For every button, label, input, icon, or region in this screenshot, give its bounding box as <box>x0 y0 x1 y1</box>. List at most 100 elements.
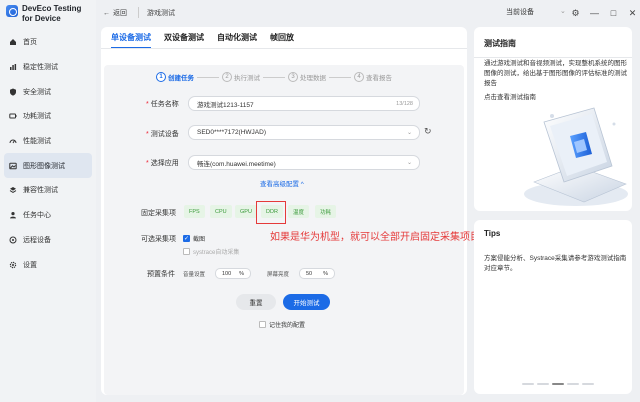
tab-automation[interactable]: 自动化测试 <box>217 32 257 49</box>
sidebar-item-home[interactable]: 首页 <box>4 30 92 55</box>
task-name-input[interactable]: 游戏测试1213-1157 13/128 <box>188 96 420 111</box>
step-create-task: 1 创建任务 <box>156 72 194 82</box>
step-label: 查看报告 <box>366 75 392 82</box>
brand: DevEco Testing for Device <box>6 4 81 24</box>
volume-value: 100 <box>222 270 232 277</box>
tips-description: 方案侵能分析、Systrace采集请参考游戏测试指南对应章节。 <box>484 255 627 272</box>
systrace-label: systrace自动采集 <box>193 250 240 256</box>
current-device-select[interactable]: 当前设备 ⌄ <box>506 7 566 17</box>
step-number: 1 <box>156 72 166 82</box>
back-button[interactable]: ← 返回 <box>103 8 127 18</box>
annotation-highlight-box <box>256 201 286 224</box>
checkbox-unchecked-icon <box>259 321 266 328</box>
checkbox-checked-icon: ✓ <box>183 235 190 242</box>
screenshot-label: 截图 <box>193 237 206 243</box>
guide-title: 测试指南 <box>484 39 516 48</box>
chip-gpu[interactable]: GPU <box>235 205 257 218</box>
sidebar-item-remote-device[interactable]: 远程设备 <box>4 228 92 253</box>
sidebar-item-label: 图形图像测试 <box>23 162 65 170</box>
close-button[interactable]: ✕ <box>623 6 640 20</box>
tab-single-device[interactable]: 单设备测试 <box>111 32 151 49</box>
arrow-left-icon: ← <box>103 9 110 17</box>
test-guide-panel: 测试指南 通过游戏测试和音视频测试，实现整机系统的图形图像的测试，给出基于图形图… <box>474 27 632 211</box>
pager-dot[interactable] <box>537 383 549 385</box>
app-value: 畅连(com.huawei.meetime) <box>197 160 276 168</box>
systrace-checkbox[interactable]: systrace自动采集 <box>183 247 239 256</box>
sidebar-item-settings[interactable]: 设置 <box>4 252 92 277</box>
app-label: * 选择应用 <box>146 160 179 167</box>
chart-icon <box>9 63 17 71</box>
chip-power[interactable]: 功耗 <box>315 205 337 218</box>
app-logo-icon <box>6 5 18 17</box>
reset-button[interactable]: 重置 <box>236 294 276 310</box>
tips-pager <box>522 383 594 385</box>
window-controls: ⚙ — □ ✕ <box>566 6 640 20</box>
start-test-button[interactable]: 开始测试 <box>283 294 330 310</box>
step-number: 4 <box>354 72 364 82</box>
chevron-down-icon: ⌄ <box>560 8 566 15</box>
top-bar: ← 返回 游戏测试 当前设备 ⌄ ⚙ — □ ✕ <box>96 0 640 26</box>
screenshot-checkbox[interactable]: ✓ 截图 <box>183 234 205 243</box>
sidebar-item-label: 性能测试 <box>23 138 51 146</box>
step-number: 2 <box>222 72 232 82</box>
pager-dot[interactable] <box>567 383 579 385</box>
step-label: 执行测试 <box>234 75 260 82</box>
refresh-icon[interactable]: ↻ <box>424 126 432 137</box>
guide-link[interactable]: 点击查看测试指南 <box>484 91 536 101</box>
battery-icon <box>9 112 17 120</box>
sidebar-item-security[interactable]: 安全测试 <box>4 79 92 104</box>
chip-temperature[interactable]: 温度 <box>288 205 310 218</box>
tab-frame-replay[interactable]: 帧回放 <box>270 32 294 49</box>
maximize-button[interactable]: □ <box>604 6 623 20</box>
back-label: 返回 <box>113 10 127 17</box>
chevron-down-icon: ⌄ <box>407 160 413 166</box>
sidebar-item-label: 稳定性测试 <box>23 64 58 72</box>
step-number: 3 <box>288 72 298 82</box>
pager-dot[interactable] <box>582 383 594 385</box>
guide-illustration <box>524 107 628 206</box>
home-icon <box>9 38 17 46</box>
tips-panel: Tips 方案侵能分析、Systrace采集请参考游戏测试指南对应章节。 <box>474 220 632 394</box>
app-title: DevEco Testing for Device <box>22 4 81 24</box>
device-select[interactable]: SED0****7172(HWJAD) ⌄ <box>188 125 420 140</box>
advanced-config-toggle[interactable]: 查看高级配置 ^ <box>260 178 304 188</box>
pager-dot[interactable] <box>522 383 534 385</box>
remember-config-checkbox[interactable]: 记住我的配置 <box>259 320 305 329</box>
chevron-down-icon: ⌄ <box>407 130 413 136</box>
step-connector <box>197 76 219 78</box>
guide-description: 通过游戏测试和音视频测试，实现整机系统的图形图像的测试，给出基于图形图像的评估标… <box>484 60 627 87</box>
chip-cpu[interactable]: CPU <box>210 205 232 218</box>
minimize-button[interactable]: — <box>585 6 604 20</box>
breadcrumb: 游戏测试 <box>147 10 175 17</box>
task-name-label: * 任务名称 <box>146 101 179 108</box>
percent-unit: % <box>239 270 244 277</box>
sidebar-item-graphics[interactable]: 图形图像测试 <box>4 153 92 179</box>
sidebar-item-label: 任务中心 <box>23 212 51 220</box>
settings-icon[interactable]: ⚙ <box>566 6 585 20</box>
device-value: SED0****7172(HWJAD) <box>197 129 266 136</box>
step-view-report: 4 查看报告 <box>354 72 392 82</box>
volume-input[interactable]: 100 % <box>215 268 251 279</box>
sidebar-item-label: 安全测试 <box>23 88 51 96</box>
sidebar-nav: 首页 稳定性测试 安全测试 功耗测试 性能测试 图形图像测试 兼容性测试 任务中… <box>0 30 96 277</box>
breadcrumb-divider <box>138 7 139 18</box>
pager-dot-active[interactable] <box>552 383 564 385</box>
sidebar-item-stability[interactable]: 稳定性测试 <box>4 55 92 80</box>
sidebar-item-power[interactable]: 功耗测试 <box>4 104 92 129</box>
device-icon <box>9 236 17 244</box>
sidebar-item-label: 远程设备 <box>23 236 51 244</box>
app-select[interactable]: 畅连(com.huawei.meetime) ⌄ <box>188 155 420 170</box>
chip-fps[interactable]: FPS <box>184 205 205 218</box>
tab-dual-device[interactable]: 双设备测试 <box>164 32 204 49</box>
image-icon <box>9 162 17 170</box>
sidebar-item-performance[interactable]: 性能测试 <box>4 129 92 154</box>
brightness-label: 屏幕亮度 <box>267 272 290 278</box>
step-label: 处理数据 <box>300 75 326 82</box>
sidebar-item-label: 设置 <box>23 261 37 269</box>
sidebar-item-label: 兼容性测试 <box>23 187 58 195</box>
device-label: * 测试设备 <box>146 131 179 138</box>
brightness-input[interactable]: 50 % <box>299 268 335 279</box>
sidebar-item-compatibility[interactable]: 兼容性测试 <box>4 178 92 203</box>
sidebar-item-task-center[interactable]: 任务中心 <box>4 203 92 228</box>
user-icon <box>9 211 17 219</box>
